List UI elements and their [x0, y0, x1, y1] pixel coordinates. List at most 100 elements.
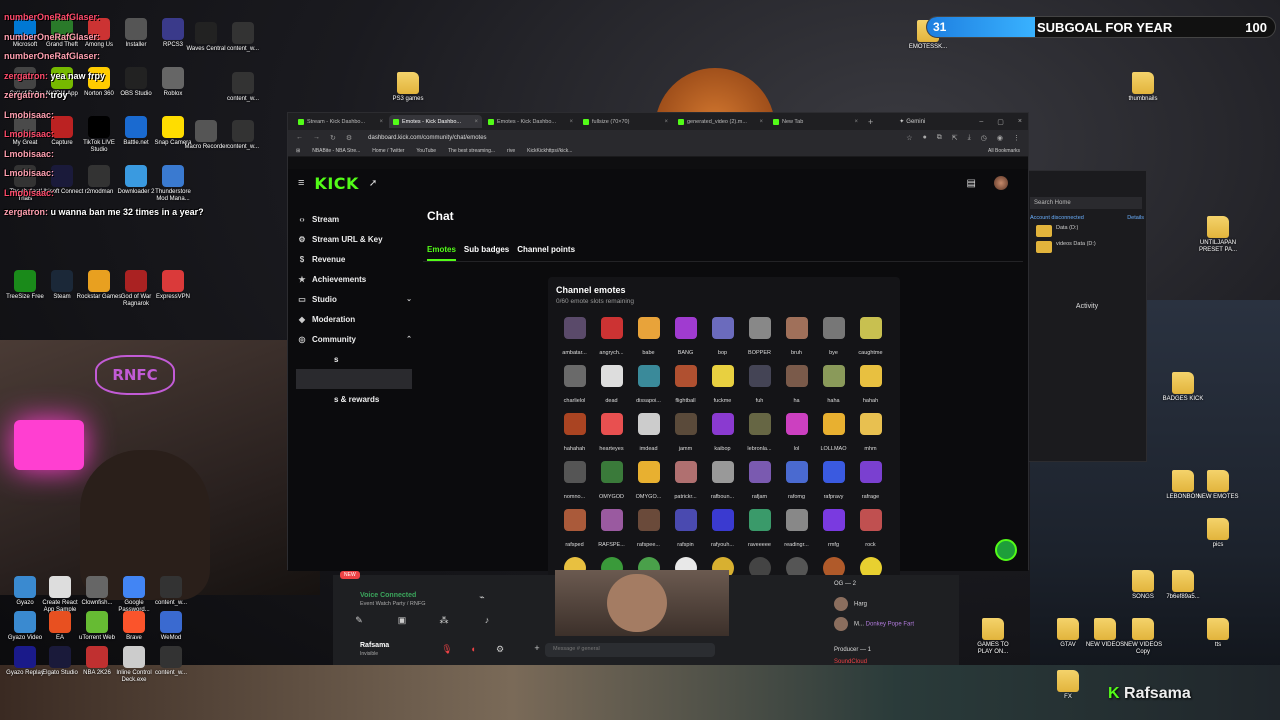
- emote-item[interactable]: dead: [593, 365, 630, 407]
- desktop-icon[interactable]: GAMES TO PLAY ON...: [970, 618, 1016, 656]
- emote-item[interactable]: lol: [778, 413, 815, 455]
- browser-tab[interactable]: New Tab ×: [769, 115, 862, 128]
- disconnect-icon[interactable]: ⌁: [475, 592, 489, 604]
- emote-item[interactable]: rock: [852, 509, 889, 551]
- message-input[interactable]: Message # general: [545, 643, 715, 657]
- emote-item[interactable]: bye: [815, 317, 852, 359]
- emote-item[interactable]: LOLLMAO: [815, 413, 852, 455]
- menu-icon[interactable]: ⋮: [1013, 134, 1020, 142]
- download-icon[interactable]: ⤓: [968, 134, 971, 142]
- browser-tab[interactable]: Stream - Kick Dashbo... ×: [294, 115, 387, 128]
- site-info-icon[interactable]: ⚙: [346, 134, 352, 142]
- tab-close-icon[interactable]: ×: [664, 119, 668, 125]
- explorer-item[interactable]: Data (D:): [1028, 221, 1146, 237]
- kick-logo[interactable]: KICK: [314, 174, 359, 193]
- emote-item[interactable]: haha: [815, 365, 852, 407]
- explorer-account-status[interactable]: Account disconnected: [1030, 215, 1084, 221]
- notifications-icon[interactable]: ▤: [967, 178, 976, 189]
- desktop-icon[interactable]: content_w...: [220, 22, 266, 53]
- sidebar-item-revenue[interactable]: $ Revenue: [296, 249, 412, 269]
- emote-item[interactable]: rafjam: [741, 461, 778, 503]
- minimize-icon[interactable]: –: [979, 118, 983, 126]
- emote-item[interactable]: bop: [704, 317, 741, 359]
- tab-emotes[interactable]: Emotes: [427, 245, 456, 261]
- emote-item[interactable]: BOPPER: [741, 317, 778, 359]
- explorer-details-button[interactable]: Details: [1127, 215, 1144, 221]
- sidebar-item-stream-url-key[interactable]: ⚙ Stream URL & Key: [296, 229, 412, 249]
- emote-item[interactable]: hahahah: [556, 413, 593, 455]
- emote-item[interactable]: OMYGO...: [630, 461, 667, 503]
- emote-item[interactable]: rafsped: [556, 509, 593, 551]
- tab-close-icon[interactable]: ×: [759, 119, 763, 125]
- apps-grid-icon[interactable]: ⊞: [296, 148, 300, 154]
- address-bar[interactable]: dashboard.kick.com/community/chat/emotes: [368, 135, 486, 141]
- tab-close-icon[interactable]: ×: [474, 119, 478, 125]
- video-icon[interactable]: ✎: [352, 615, 366, 627]
- tab-channel-points[interactable]: Channel points: [517, 245, 575, 261]
- sidebar-item-community[interactable]: ◎ Community ⌃: [296, 329, 413, 349]
- desktop-icon[interactable]: NEW VIDEOS: [1082, 618, 1128, 649]
- new-tab-button[interactable]: +: [864, 117, 877, 127]
- bookmark-item[interactable]: Home / Twitter: [372, 148, 404, 154]
- member-item[interactable]: Harg: [834, 597, 867, 611]
- mic-muted-icon[interactable]: 🎙: [440, 644, 454, 656]
- desktop-icon[interactable]: FX: [1045, 670, 1091, 701]
- sidebar-subitem[interactable]: s & rewards: [296, 389, 412, 409]
- screen-share-icon[interactable]: ▣: [395, 615, 409, 627]
- extension-icon[interactable]: ●: [923, 134, 927, 142]
- desktop-icon[interactable]: ExpressVPN: [150, 270, 196, 301]
- desktop-icon[interactable]: tts: [1195, 618, 1241, 649]
- tab-close-icon[interactable]: ×: [569, 119, 573, 125]
- emote-item[interactable]: mhm: [852, 413, 889, 455]
- emote-item[interactable]: BANG: [667, 317, 704, 359]
- emote-item[interactable]: dissapoi...: [630, 365, 667, 407]
- sidebar-subitem[interactable]: s: [296, 349, 412, 369]
- explorer-item[interactable]: videos Data (D:): [1028, 237, 1146, 253]
- profile-icon[interactable]: ◉: [997, 134, 1003, 142]
- sidebar-item-moderation[interactable]: ◆ Moderation: [296, 309, 412, 329]
- add-attachment-icon[interactable]: +: [530, 643, 544, 655]
- emote-item[interactable]: ambatar...: [556, 317, 593, 359]
- emote-item[interactable]: rafomg: [778, 461, 815, 503]
- avatar[interactable]: [994, 176, 1008, 190]
- emote-item[interactable]: caughtme: [852, 317, 889, 359]
- bookmark-item[interactable]: NBABite - NBA Stre...: [312, 148, 360, 154]
- emote-item[interactable]: jamm: [667, 413, 704, 455]
- member-item[interactable]: M... Donkey Pope Fart: [834, 617, 914, 631]
- desktop-icon[interactable]: content_w...: [148, 576, 194, 607]
- bookmark-item[interactable]: The best streaming...: [448, 148, 495, 154]
- bookmark-item[interactable]: rive: [507, 148, 515, 154]
- desktop-icon[interactable]: 7b6ef89a5...: [1160, 570, 1206, 601]
- desktop-icon[interactable]: pics: [1195, 518, 1241, 549]
- activity-icon[interactable]: ⁂: [437, 615, 451, 627]
- close-icon[interactable]: ×: [1018, 118, 1022, 126]
- emote-item[interactable]: hahah: [852, 365, 889, 407]
- desktop-icon[interactable]: content_w...: [220, 72, 266, 103]
- desktop-icon[interactable]: Thunderstore Mod Mana...: [150, 165, 196, 203]
- desktop-icon[interactable]: content_w...: [148, 646, 194, 677]
- sidebar-item-stream[interactable]: ‹› Stream: [296, 209, 412, 229]
- maximize-icon[interactable]: ▢: [997, 118, 1004, 126]
- emote-item[interactable]: ha: [778, 365, 815, 407]
- desktop-icon[interactable]: BADGES KICK: [1160, 372, 1206, 403]
- emote-item[interactable]: rafboun...: [704, 461, 741, 503]
- emote-item[interactable]: imdead: [630, 413, 667, 455]
- emote-item[interactable]: rafyouh...: [704, 509, 741, 551]
- emote-item[interactable]: angrych...: [593, 317, 630, 359]
- bookmark-item[interactable]: KickKickhttps//kick...: [527, 148, 572, 154]
- soundboard-icon[interactable]: ♪: [480, 615, 494, 627]
- emote-item[interactable]: kaibop: [704, 413, 741, 455]
- reload-icon[interactable]: ↻: [330, 134, 336, 142]
- share-icon[interactable]: ⇱: [952, 134, 958, 142]
- back-icon[interactable]: ←: [296, 134, 303, 141]
- emote-item[interactable]: patrickr...: [667, 461, 704, 503]
- extensions-icon[interactable]: ⧉: [937, 134, 942, 142]
- explorer-search-input[interactable]: Search Home: [1030, 197, 1142, 209]
- sidebar-subitem[interactable]: [296, 369, 412, 389]
- desktop-icon[interactable]: thumbnails: [1120, 72, 1166, 103]
- tab-close-icon[interactable]: ×: [379, 119, 383, 125]
- emote-item[interactable]: rafspee...: [630, 509, 667, 551]
- emote-item[interactable]: flightball: [667, 365, 704, 407]
- desktop-icon[interactable]: WeMod: [148, 611, 194, 642]
- emote-item[interactable]: bruh: [778, 317, 815, 359]
